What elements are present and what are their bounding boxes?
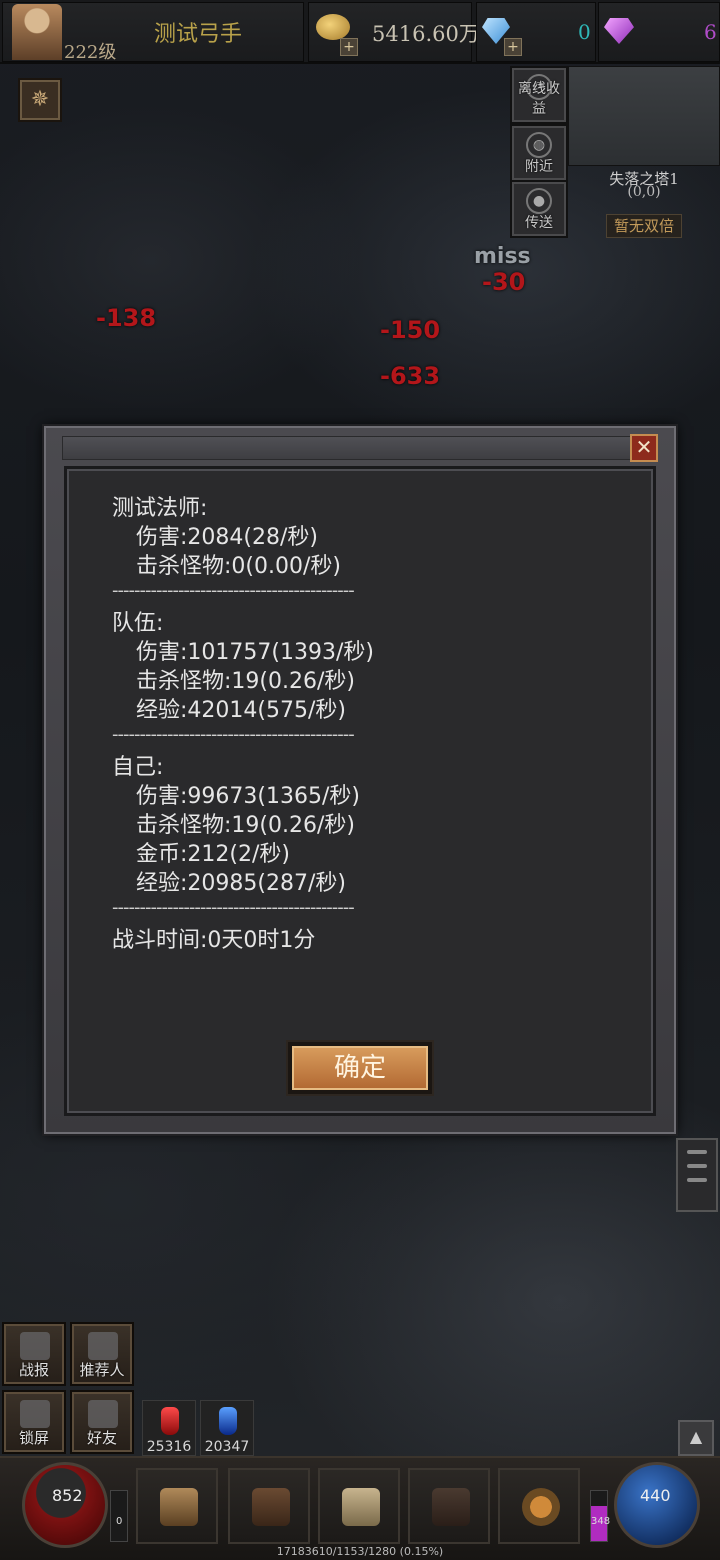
team-exp: 经验:42014(575/秒) <box>136 698 346 723</box>
map-coordinates: (0,0) <box>627 184 661 200</box>
menu-button[interactable] <box>676 1138 718 1212</box>
hp-orb <box>22 1462 108 1548</box>
report-content: 测试法师: 伤害:2084(28/秒) 击杀怪物:0(0.00/秒) -----… <box>112 494 466 955</box>
chest-icon <box>252 1488 290 1526</box>
mp-potion-count: 20347 <box>204 1439 250 1455</box>
self-title: 自己: <box>112 755 164 780</box>
teleport-label: 传送 <box>525 215 553 231</box>
offline-label: 离线收益 <box>518 81 560 117</box>
equipment-slot[interactable] <box>136 1468 218 1544</box>
nearby-label: 附近 <box>525 159 553 175</box>
hp-potion-slot[interactable]: 25316 <box>142 1400 196 1456</box>
gold-coin-icon <box>316 14 350 40</box>
friends-icon <box>88 1400 118 1428</box>
expand-up-button[interactable]: ▲ <box>678 1420 714 1456</box>
add-diamond-button[interactable]: + <box>504 38 522 56</box>
top-bar: 222级 测试弓手 + 5416.60万 + 0 6 <box>0 0 720 64</box>
chevron-up-icon: ▲ <box>689 1427 703 1446</box>
gold-amount: 5416.60万 <box>372 22 480 46</box>
mp-value: 440 <box>640 1486 671 1505</box>
separator: ----------------------------------------… <box>112 725 355 745</box>
menu-icon <box>687 1150 707 1154</box>
damage-number: -30 <box>482 268 526 296</box>
miss-text: miss <box>474 244 531 269</box>
separator: ----------------------------------------… <box>112 898 355 918</box>
close-icon: ✕ <box>635 435 653 459</box>
damage-number: -633 <box>380 362 441 390</box>
hp-potion-count: 25316 <box>146 1439 192 1455</box>
player-name: 测试弓手 <box>154 22 243 47</box>
close-button[interactable]: ✕ <box>630 434 658 462</box>
damage-number: -150 <box>380 316 441 344</box>
location-pin-icon: ● <box>526 188 552 214</box>
self-exp: 经验:20985(287/秒) <box>136 871 346 896</box>
team-damage: 伤害:101757(1393/秒) <box>136 640 374 665</box>
team-title: 队伍: <box>112 611 164 636</box>
separator: ----------------------------------------… <box>112 581 355 601</box>
self-damage: 伤害:99673(1365/秒) <box>136 784 360 809</box>
quest-slot[interactable] <box>318 1468 400 1544</box>
gears-icon <box>522 1488 560 1526</box>
self-gold: 金币:212(2/秒) <box>136 842 290 867</box>
left-small-value: 0 <box>116 1516 123 1527</box>
confirm-label: 确定 <box>292 1046 428 1090</box>
battle-report-button[interactable]: 战报 <box>4 1324 64 1384</box>
compass-icon: ✵ <box>30 87 50 112</box>
add-gold-button[interactable]: + <box>340 38 358 56</box>
team-kills: 击杀怪物:19(0.26/秒) <box>136 669 355 694</box>
globe-icon: ◍ <box>526 132 552 158</box>
offline-earnings-button[interactable]: ◔ 离线收益 <box>512 68 566 122</box>
mp-potion-slot[interactable]: 20347 <box>200 1400 254 1456</box>
dialog-title-bar <box>62 436 658 460</box>
gem-amount: 6 <box>704 20 717 44</box>
mp-orb <box>614 1462 700 1548</box>
lock-screen-button[interactable]: 锁屏 <box>4 1392 64 1452</box>
player-avatar[interactable] <box>12 4 62 60</box>
people-icon <box>88 1332 118 1360</box>
friends-label: 好友 <box>86 1429 117 1447</box>
double-exp-status: 暂无双倍 <box>606 214 682 238</box>
teleport-button[interactable]: ● 传送 <box>512 182 566 236</box>
player-level: 222级 <box>64 42 117 63</box>
friends-button[interactable]: 好友 <box>72 1392 132 1452</box>
chart-icon <box>20 1332 50 1360</box>
battle-time: 战斗时间:0天0时1分 <box>112 928 316 953</box>
blue-potion-icon <box>219 1407 237 1435</box>
mage-damage: 伤害:2084(28/秒) <box>136 525 318 550</box>
hp-value: 852 <box>52 1486 83 1505</box>
monitor-icon <box>20 1400 50 1428</box>
self-kills: 击杀怪物:19(0.26/秒) <box>136 813 355 838</box>
settings-button[interactable]: ✵ <box>20 80 60 120</box>
minimap[interactable] <box>568 66 720 166</box>
nearby-button[interactable]: ◍ 附近 <box>512 126 566 180</box>
diamond-amount: 0 <box>578 20 591 44</box>
lock-screen-label: 锁屏 <box>18 1429 49 1447</box>
damage-number: -138 <box>96 304 157 332</box>
red-potion-icon <box>161 1407 179 1435</box>
mage-kills: 击杀怪物:0(0.00/秒) <box>136 554 341 579</box>
battle-report-label: 战报 <box>18 1361 49 1379</box>
skill-book-slot[interactable] <box>408 1468 490 1544</box>
mage-title: 测试法师: <box>112 496 208 521</box>
book-icon <box>432 1488 470 1526</box>
referrer-button[interactable]: 推荐人 <box>72 1324 132 1384</box>
referrer-label: 推荐人 <box>79 1361 125 1379</box>
confirm-button[interactable]: 确定 <box>286 1040 434 1096</box>
bag-slot[interactable] <box>228 1468 310 1544</box>
exp-readout: 17183610/1153/1280 (0.15%) <box>276 1545 444 1558</box>
scroll-icon <box>342 1488 380 1526</box>
settings-slot[interactable] <box>498 1468 580 1544</box>
helmet-icon <box>160 1488 198 1526</box>
right-small-value: 348 <box>591 1516 611 1527</box>
